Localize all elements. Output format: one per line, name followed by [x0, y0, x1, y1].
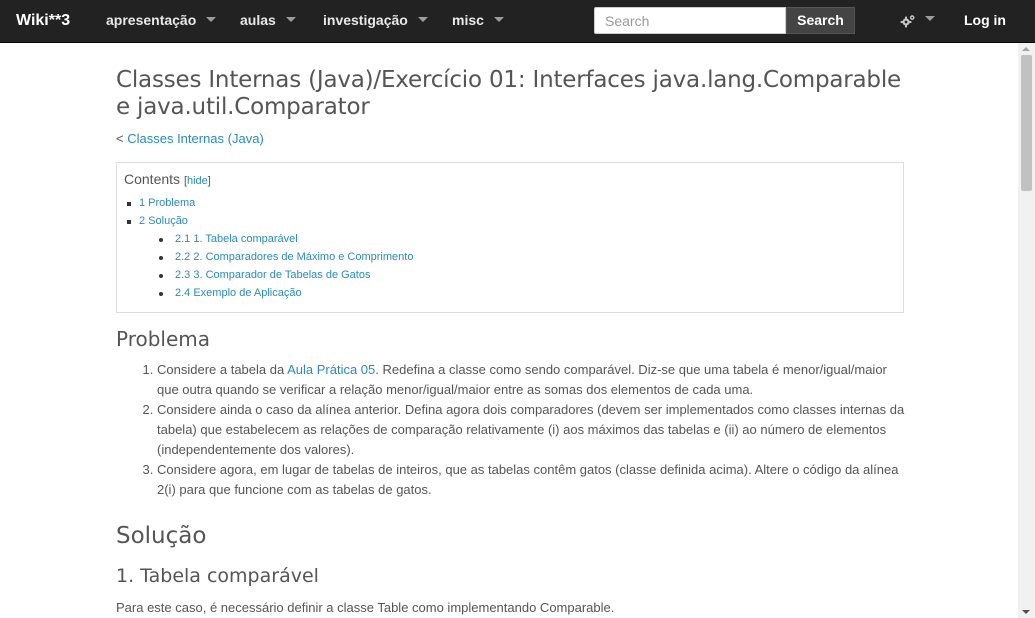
toc-subitem: 2.4 Exemplo de Aplicação [153, 284, 896, 302]
toc-header: Contents [hide] [124, 171, 896, 187]
search-input[interactable] [594, 7, 786, 34]
subsection-heading-tabela: 1. Tabela comparável [116, 565, 319, 587]
scroll-up-icon[interactable] [1022, 47, 1030, 51]
toc-hide-toggle: [hide] [184, 175, 211, 187]
paragraph: Para este caso, é necessário definir a c… [116, 600, 615, 615]
toc-item: 2 Solução 2.1 1. Tabela comparável 2.2 2… [124, 212, 896, 302]
scroll-down-icon[interactable] [1022, 610, 1030, 614]
aula-pratica-link[interactable]: Aula Prática 05 [287, 362, 375, 377]
table-of-contents: Contents [hide] 1 Problema 2 Solução 2.1… [116, 162, 904, 313]
toc-link-comparadores[interactable]: 2.2 2. Comparadores de Máximo e Comprime… [175, 251, 413, 263]
search-button[interactable]: Search [786, 7, 855, 34]
main-content: Classes Internas (Java)/Exercício 01: In… [116, 43, 906, 618]
section-heading-solucao: Solução [116, 523, 207, 549]
toc-hide-link[interactable]: hide [187, 175, 208, 187]
nav-menu-investigacao[interactable]: investigação [323, 0, 428, 42]
nav-menu-aulas[interactable]: aulas [240, 0, 296, 42]
toc-title: Contents [124, 171, 181, 187]
toc-link-tabela-comparavel[interactable]: 2.1 1. Tabela comparável [175, 233, 298, 245]
scroll-thumb[interactable] [1021, 55, 1032, 191]
nav-menu-label: aulas [240, 12, 276, 28]
tools-menu[interactable] [900, 0, 935, 42]
nav-menu-label: apresentação [106, 12, 197, 28]
breadcrumb-prefix: < [116, 131, 128, 146]
breadcrumb-link[interactable]: Classes Internas (Java) [127, 131, 264, 146]
gears-icon [900, 15, 915, 28]
breadcrumb: < Classes Internas (Java) [116, 131, 906, 146]
caret-down-icon [285, 16, 296, 22]
nav-menu-label: misc [452, 12, 484, 28]
problem-list: Considere a tabela da Aula Prática 05. R… [116, 360, 906, 500]
toc-subitem: 2.1 1. Tabela comparável [153, 230, 896, 248]
login-link[interactable]: Log in [964, 0, 1006, 42]
vertical-scrollbar[interactable] [1018, 43, 1035, 618]
toc-subitem: 2.2 2. Comparadores de Máximo e Comprime… [153, 248, 896, 266]
caret-down-icon [206, 16, 217, 22]
toc-sublist: 2.1 1. Tabela comparável 2.2 2. Comparad… [153, 230, 896, 302]
nav-menu-misc[interactable]: misc [452, 0, 504, 42]
caret-down-icon [925, 16, 935, 22]
toc-link-exemplo[interactable]: 2.4 Exemplo de Aplicação [175, 287, 302, 299]
toc-link-problema[interactable]: 1 Problema [139, 197, 195, 209]
toc-hide-close: ] [207, 175, 211, 187]
top-navbar: Wiki**3 apresentação aulas investigação … [0, 0, 1035, 43]
nav-menu-label: investigação [323, 12, 408, 28]
problem-item: Considere agora, em lugar de tabelas de … [157, 460, 906, 500]
problem-text: Considere a tabela da [157, 362, 288, 377]
nav-menu-apresentacao[interactable]: apresentação [106, 0, 217, 42]
section-heading-problema: Problema [116, 327, 211, 351]
page-title: Classes Internas (Java)/Exercício 01: In… [116, 67, 901, 120]
toc-item: 1 Problema [124, 194, 896, 212]
toc-link-comparador-gatos[interactable]: 2.3 3. Comparador de Tabelas de Gatos [175, 269, 370, 281]
problem-item: Considere a tabela da Aula Prática 05. R… [157, 360, 906, 400]
caret-down-icon [493, 16, 504, 22]
toc-link-solucao[interactable]: 2 Solução [139, 215, 188, 227]
problem-item: Considere ainda o caso da alínea anterio… [157, 400, 906, 460]
site-logo[interactable]: Wiki**3 [16, 0, 70, 42]
caret-down-icon [417, 16, 428, 22]
toc-list: 1 Problema 2 Solução 2.1 1. Tabela compa… [124, 194, 896, 302]
toc-subitem: 2.3 3. Comparador de Tabelas de Gatos [153, 266, 896, 284]
